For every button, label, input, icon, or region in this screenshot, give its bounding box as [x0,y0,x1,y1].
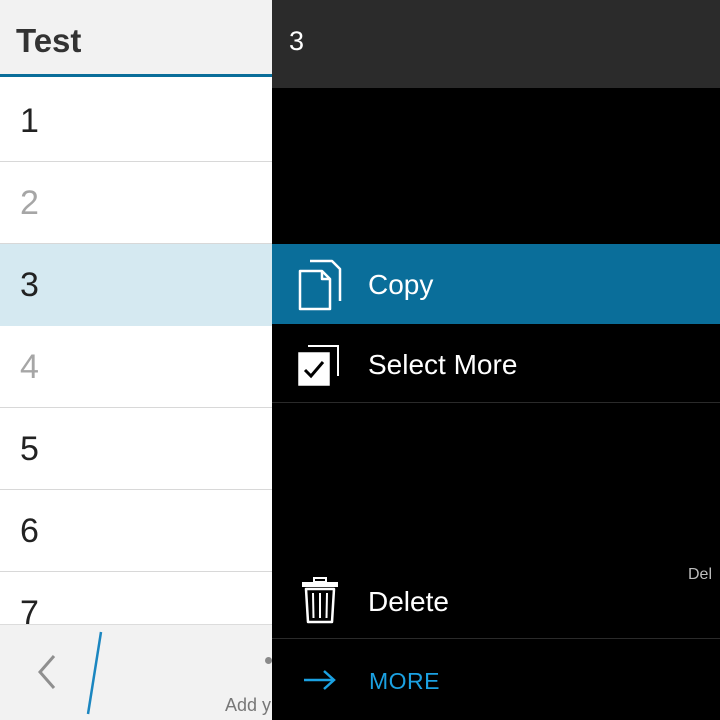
list-item-label: 1 [20,102,39,140]
list-item-selected[interactable]: 3 [0,244,272,326]
list-item-label: 4 [20,348,39,386]
context-menu: 3 Copy Select More Del Delete MORE [272,0,720,720]
list-item-label: 5 [20,430,39,468]
select-more-label: Select More [368,349,518,380]
item-list: 1 2 3 4 5 6 7 [0,80,272,654]
action-hint-text: Add y [225,695,272,715]
list-item[interactable]: 4 [0,326,272,408]
list-item[interactable]: 2 [0,162,272,244]
more-menu-item[interactable] [272,640,720,720]
context-menu-header: 3 [272,0,720,88]
copy-menu-item[interactable]: Copy [272,244,720,324]
list-item-label: 3 [20,266,39,304]
action-dot-icon [265,657,272,664]
menu-divider [272,402,720,403]
menu-divider [272,638,720,639]
list-item-label: 6 [20,512,39,550]
copy-icon [296,257,344,313]
back-chevron-icon[interactable] [34,652,64,692]
list-item[interactable]: 6 [0,490,272,572]
select-more-icon [296,340,344,388]
select-more-menu-item[interactable]: Select More [272,326,720,402]
arrow-right-icon [302,668,338,692]
context-menu-title: 3 [289,26,305,56]
list-item[interactable]: 1 [0,80,272,162]
page-title: Test [16,22,82,59]
list-pane: Test 1 2 3 4 5 6 7 Add y [0,0,272,720]
list-item[interactable]: 5 [0,408,272,490]
copy-label: Copy [368,269,434,300]
more-label: MORE [369,668,440,694]
delete-label: Delete [368,586,449,617]
title-bar: Test [0,0,272,77]
signature-slash-icon [82,630,106,716]
trash-icon [300,576,340,624]
list-item-label: 2 [20,184,39,222]
delete-menu-item[interactable]: Delete [272,560,720,638]
